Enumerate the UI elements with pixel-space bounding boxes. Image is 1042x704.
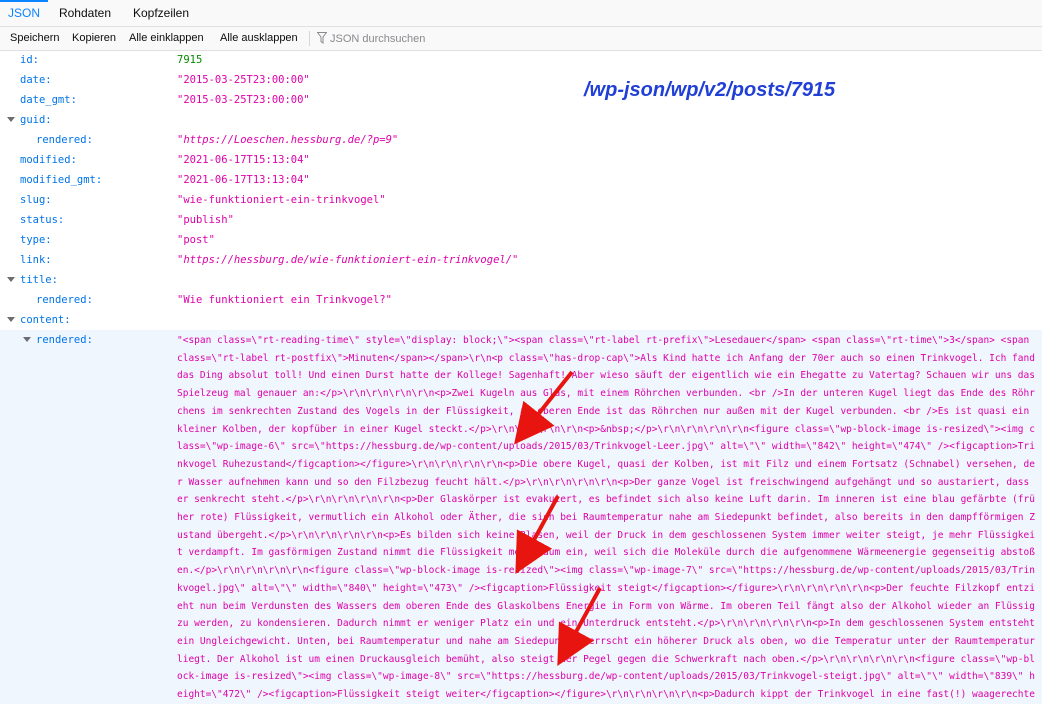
expand-toggle-icon[interactable] <box>7 117 15 122</box>
tab-raw-data[interactable]: Rohdaten <box>52 0 118 26</box>
json-value-html-content: "<span class=\"rt-reading-time\" style=\… <box>177 335 1035 701</box>
json-row-id: id: 7915 <box>0 50 1042 70</box>
json-key: date_gmt: <box>20 94 77 106</box>
json-key: status: <box>20 214 65 226</box>
expand-toggle-icon[interactable] <box>7 277 15 282</box>
json-key: id: <box>20 54 39 66</box>
json-row-guid-rendered: rendered: "https://Loeschen.hessburg.de/… <box>0 130 1042 150</box>
json-key: date: <box>20 74 52 86</box>
json-value: "2015-03-25T23:00:00" <box>177 94 310 106</box>
json-key: guid: <box>20 114 52 126</box>
save-button[interactable]: Speichern <box>10 27 60 50</box>
json-value[interactable]: "https://hessburg.de/wie-funktioniert-ei… <box>177 250 518 270</box>
json-row-type: type: "post" <box>0 230 1042 250</box>
json-row-guid[interactable]: guid: <box>0 110 1042 130</box>
json-key: rendered: <box>36 334 93 346</box>
json-key: slug: <box>20 194 52 206</box>
json-row-modified: modified: "2021-06-17T15:13:04" <box>0 150 1042 170</box>
collapse-all-button[interactable]: Alle einklappen <box>129 27 204 50</box>
endpoint-annotation: /wp-json/wp/v2/posts/7915 <box>584 79 836 101</box>
json-row-modified-gmt: modified_gmt: "2021-06-17T13:13:04" <box>0 170 1042 190</box>
expand-all-button[interactable]: Alle ausklappen <box>220 27 298 50</box>
json-row-slug: slug: "wie-funktioniert-ein-trinkvogel" <box>0 190 1042 210</box>
json-value: "2021-06-17T15:13:04" <box>177 154 310 166</box>
json-row-title-rendered: rendered: "Wie funktioniert ein Trinkvog… <box>0 290 1042 310</box>
json-key: rendered: <box>36 294 93 306</box>
expand-toggle-icon[interactable] <box>23 337 31 342</box>
tab-headers[interactable]: Kopfzeilen <box>124 0 198 26</box>
json-key: title: <box>20 274 58 286</box>
toolbar-divider <box>309 31 310 46</box>
json-value[interactable]: "https://Loeschen.hessburg.de/?p=9" <box>177 130 398 150</box>
json-row-content-rendered: rendered: "<span class=\"rt-reading-time… <box>0 330 1042 704</box>
json-row-link: link: "https://hessburg.de/wie-funktioni… <box>0 250 1042 270</box>
json-value: 7915 <box>177 54 203 66</box>
json-row-content[interactable]: content: <box>0 310 1042 330</box>
json-key: modified: <box>20 154 77 166</box>
copy-button[interactable]: Kopieren <box>72 27 116 50</box>
tab-json[interactable]: JSON <box>0 0 48 26</box>
json-value: "2021-06-17T13:13:04" <box>177 174 310 186</box>
json-row-status: status: "publish" <box>0 210 1042 230</box>
json-row-title[interactable]: title: <box>0 270 1042 290</box>
expand-toggle-icon[interactable] <box>7 317 15 322</box>
json-toolbar: Speichern Kopieren Alle einklappen Alle … <box>0 27 1042 51</box>
json-key: content: <box>20 314 71 326</box>
tab-bar: JSON Rohdaten Kopfzeilen <box>0 0 1042 27</box>
json-value: "publish" <box>177 214 234 226</box>
json-key: link: <box>20 254 52 266</box>
json-key: rendered: <box>36 134 93 146</box>
json-value: "wie-funktioniert-ein-trinkvogel" <box>177 194 386 206</box>
filter-icon <box>317 32 327 44</box>
json-value: "post" <box>177 234 215 246</box>
json-value: "2015-03-25T23:00:00" <box>177 74 310 86</box>
json-value: "Wie funktioniert ein Trinkvogel?" <box>177 294 392 306</box>
json-key: type: <box>20 234 52 246</box>
json-filter-input[interactable] <box>330 29 630 48</box>
json-key: modified_gmt: <box>20 174 103 186</box>
